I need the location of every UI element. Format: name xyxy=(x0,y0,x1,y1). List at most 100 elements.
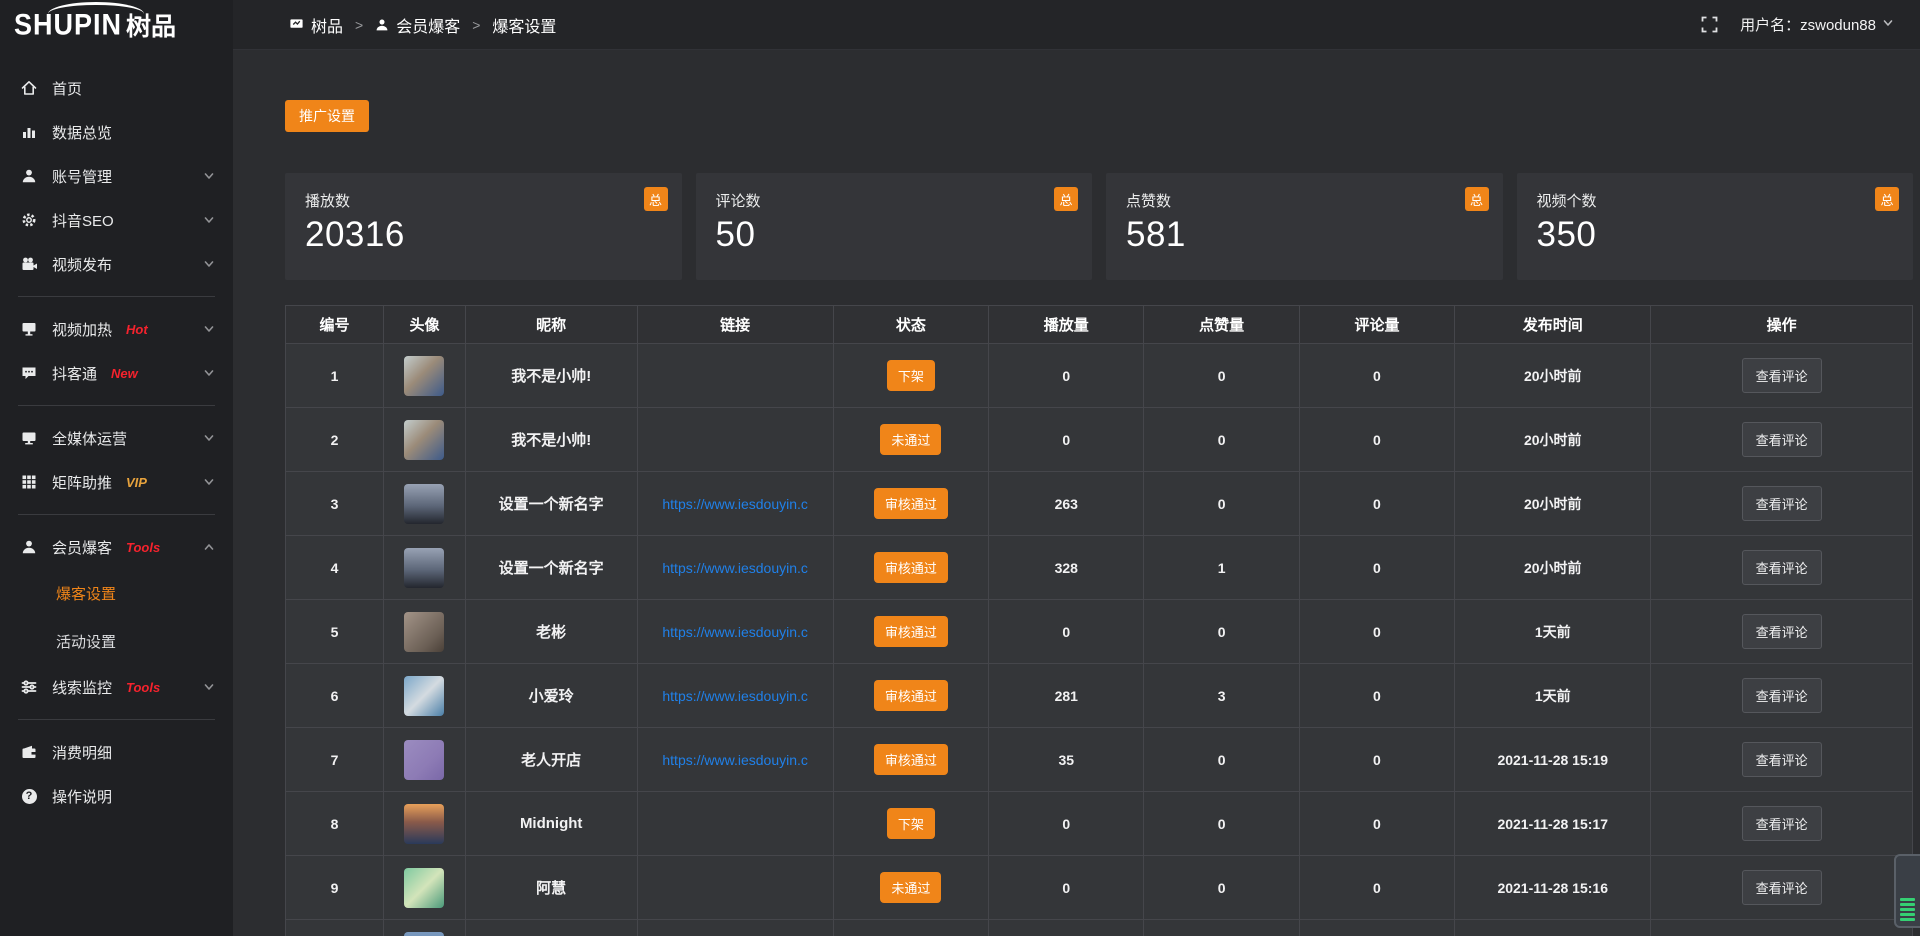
stat-cards: 播放数 20316 总 评论数 50 总 点赞数 581 总 视频个数 350 … xyxy=(285,173,1913,280)
sidebar-subitem[interactable]: 活动设置 xyxy=(0,617,233,665)
sidebar-item[interactable]: 数据总览 xyxy=(0,110,233,154)
sidebar-item-label: 数据总览 xyxy=(52,122,112,143)
total-badge: 总 xyxy=(1465,187,1489,211)
breadcrumb-label: 会员爆客 xyxy=(396,13,460,37)
table-row: 3设置一个新名字https://www.iesdouyin.c审核通过26300… xyxy=(286,472,1913,536)
sidebar-item[interactable]: 抖音SEO xyxy=(0,198,233,242)
breadcrumb-item[interactable]: 爆客设置 xyxy=(492,13,556,37)
table-row: 9阿慧未通过0002021-11-28 15:16查看评论 xyxy=(286,856,1913,920)
play-count: 328 xyxy=(989,536,1144,600)
table-body: 1我不是小帅!下架00020小时前查看评论2我不是小帅!未通过00020小时前查… xyxy=(286,344,1913,936)
like-count xyxy=(1144,920,1299,936)
comment-count: 0 xyxy=(1299,664,1454,728)
play-count: 35 xyxy=(989,728,1144,792)
nickname: Midnight xyxy=(465,792,637,856)
view-comments-button[interactable]: 查看评论 xyxy=(1742,550,1822,585)
status-badge: 审核通过 xyxy=(874,744,948,775)
status-badge: 审核通过 xyxy=(874,616,948,647)
view-comments-button[interactable]: 查看评论 xyxy=(1742,486,1822,521)
view-comments-button[interactable]: 查看评论 xyxy=(1742,678,1822,713)
monitor-icon xyxy=(289,17,304,32)
chevron-down-icon xyxy=(203,323,215,335)
sidebar-item[interactable]: 会员爆客Tools xyxy=(0,525,233,569)
battery-indicator-widget[interactable] xyxy=(1894,854,1920,928)
sidebar-item-label: 视频发布 xyxy=(52,254,112,275)
sidebar-item[interactable]: 矩阵助推VIP xyxy=(0,460,233,504)
breadcrumb: 树品>会员爆客>爆客设置 xyxy=(289,13,556,37)
row-number: 9 xyxy=(286,856,384,920)
stat-value: 50 xyxy=(716,215,1073,255)
video-link[interactable]: https://www.iesdouyin.c xyxy=(662,688,808,704)
user-menu[interactable]: 用户名：zswodun88 xyxy=(1740,14,1894,35)
table-row xyxy=(286,920,1913,936)
total-badge: 总 xyxy=(644,187,668,211)
sidebar-item[interactable]: 账号管理 xyxy=(0,154,233,198)
sidebar-item-label: 抖音SEO xyxy=(52,210,114,231)
sidebar-item[interactable]: 消费明细 xyxy=(0,730,233,774)
nickname xyxy=(465,920,637,936)
row-number: 2 xyxy=(286,408,384,472)
sidebar-item-label: 首页 xyxy=(52,78,82,99)
view-comments-button[interactable]: 查看评论 xyxy=(1742,614,1822,649)
sidebar-item[interactable]: 抖客通New xyxy=(0,351,233,395)
breadcrumb-item[interactable]: 树品 xyxy=(289,13,343,37)
stat-label: 视频个数 xyxy=(1537,190,1894,211)
status-badge: 未通过 xyxy=(880,424,941,455)
comment-count: 0 xyxy=(1299,792,1454,856)
status-badge: 审核通过 xyxy=(874,552,948,583)
sidebar-item[interactable]: 线索监控Tools xyxy=(0,665,233,709)
stat-value: 350 xyxy=(1537,215,1894,255)
view-comments-button[interactable]: 查看评论 xyxy=(1742,806,1822,841)
view-comments-button[interactable]: 查看评论 xyxy=(1742,422,1822,457)
row-number: 1 xyxy=(286,344,384,408)
column-header: 昵称 xyxy=(465,306,637,344)
play-count xyxy=(989,920,1144,936)
stat-label: 播放数 xyxy=(305,190,662,211)
video-link[interactable]: https://www.iesdouyin.c xyxy=(662,560,808,576)
chevron-down-icon xyxy=(1882,16,1894,33)
divider xyxy=(18,296,215,297)
sidebar-item[interactable]: 首页 xyxy=(0,66,233,110)
comment-count: 0 xyxy=(1299,728,1454,792)
video-link[interactable]: https://www.iesdouyin.c xyxy=(662,624,808,640)
view-comments-button[interactable]: 查看评论 xyxy=(1742,870,1822,905)
table-row: 8Midnight下架0002021-11-28 15:17查看评论 xyxy=(286,792,1913,856)
view-comments-button[interactable]: 查看评论 xyxy=(1742,358,1822,393)
screen-icon xyxy=(20,321,38,337)
table-header-row: 编号头像昵称链接状态播放量点赞量评论量发布时间操作 xyxy=(286,306,1913,344)
play-count: 0 xyxy=(989,600,1144,664)
table-row: 6小爱玲https://www.iesdouyin.c审核通过281301天前查… xyxy=(286,664,1913,728)
sidebar-item[interactable]: 全媒体运营 xyxy=(0,416,233,460)
sidebar-item[interactable]: 视频加热Hot xyxy=(0,307,233,351)
sidebar-item[interactable]: 视频发布 xyxy=(0,242,233,286)
comment-count: 0 xyxy=(1299,600,1454,664)
avatar xyxy=(404,548,444,588)
promotion-settings-button[interactable]: 推广设置 xyxy=(285,100,369,132)
question-icon: ? xyxy=(20,788,38,804)
table-row: 1我不是小帅!下架00020小时前查看评论 xyxy=(286,344,1913,408)
avatar xyxy=(404,868,444,908)
sidebar-subitem[interactable]: 爆客设置 xyxy=(0,569,233,617)
wallet-icon xyxy=(20,744,38,760)
play-count: 263 xyxy=(989,472,1144,536)
fullscreen-icon[interactable] xyxy=(1701,16,1718,33)
sidebar: SHUPIN 树品 首页数据总览账号管理抖音SEO视频发布视频加热Hot抖客通N… xyxy=(0,0,233,936)
sidebar-item-label: 会员爆客 xyxy=(52,537,112,558)
status-badge: 审核通过 xyxy=(874,680,948,711)
video-link[interactable]: https://www.iesdouyin.c xyxy=(662,496,808,512)
status-badge: 审核通过 xyxy=(874,488,948,519)
like-count: 0 xyxy=(1144,792,1299,856)
video-link[interactable]: https://www.iesdouyin.c xyxy=(662,752,808,768)
breadcrumb-item[interactable]: 会员爆客 xyxy=(375,13,460,37)
divider xyxy=(18,514,215,515)
column-header: 点赞量 xyxy=(1144,306,1299,344)
view-comments-button[interactable]: 查看评论 xyxy=(1742,742,1822,777)
like-count: 0 xyxy=(1144,600,1299,664)
column-header: 发布时间 xyxy=(1455,306,1651,344)
like-count: 0 xyxy=(1144,472,1299,536)
column-header: 编号 xyxy=(286,306,384,344)
sidebar-item[interactable]: ?操作说明 xyxy=(0,774,233,818)
user-icon xyxy=(20,539,38,555)
publish-time: 20小时前 xyxy=(1455,408,1651,472)
like-count: 0 xyxy=(1144,728,1299,792)
